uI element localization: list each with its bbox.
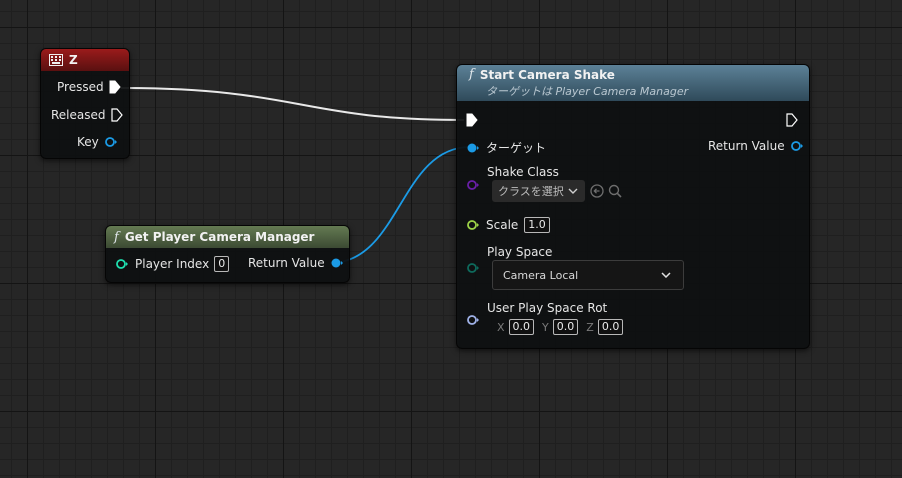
play-space-dropdown[interactable]: Camera Local	[492, 260, 684, 290]
shake-class-label: Shake Class	[487, 165, 559, 179]
target-pin[interactable]	[466, 142, 480, 154]
play-space-label-row: Play Space	[487, 245, 552, 259]
pressed-label: Pressed	[57, 80, 104, 94]
camera-shake-subtitle: ターゲットは Player Camera Manager	[486, 85, 689, 98]
function-icon: f	[469, 67, 474, 82]
released-label: Released	[51, 108, 106, 122]
get-pcm-return-row[interactable]: Return Value	[248, 256, 344, 270]
play-space-value: Camera Local	[503, 268, 579, 282]
get-pcm-header[interactable]: f Get Player Camera Manager	[106, 226, 349, 248]
rot-x-input[interactable]: 0.0	[508, 319, 535, 335]
rot-y-input[interactable]: 0.0	[552, 319, 579, 335]
camera-shake-exec-in-pin[interactable]	[466, 113, 478, 127]
player-index-input[interactable]: 0	[214, 256, 230, 272]
camera-shake-header[interactable]: f Start Camera Shake ターゲットは Player Camer…	[457, 65, 809, 101]
object-wire[interactable]	[329, 146, 471, 264]
scale-label: Scale	[486, 218, 519, 232]
shake-class-pin[interactable]	[466, 179, 480, 191]
released-pin-row[interactable]: Released	[51, 108, 123, 122]
player-index-pin[interactable]	[115, 258, 129, 270]
chevron-down-icon	[661, 272, 671, 278]
user-play-space-rot-pin[interactable]	[466, 314, 480, 326]
rot-z-input[interactable]: 0.0	[597, 319, 624, 335]
play-space-pin[interactable]	[466, 262, 480, 274]
scale-row[interactable]: Scale 1.0	[466, 217, 550, 233]
use-selected-asset-icon[interactable]	[590, 184, 604, 198]
camera-shake-return-row[interactable]: Return Value	[708, 139, 804, 153]
rot-label-row: User Play Space Rot	[487, 301, 607, 315]
key-event-title: Z	[69, 53, 78, 67]
camera-shake-exec-out-pin[interactable]	[786, 113, 798, 127]
get-pcm-return-pin[interactable]	[330, 257, 344, 269]
scale-pin[interactable]	[466, 219, 480, 231]
rot-y-axis-label: Y	[542, 320, 549, 334]
get-player-camera-manager-node[interactable]: f Get Player Camera Manager	[105, 225, 350, 283]
key-pin-row[interactable]: Key	[77, 135, 118, 149]
camera-shake-return-pin[interactable]	[790, 140, 804, 152]
target-label: ターゲット	[486, 141, 547, 155]
pressed-exec-pin[interactable]	[109, 80, 121, 94]
rot-x-axis-label: X	[497, 320, 505, 334]
user-play-space-rot-label: User Play Space Rot	[487, 301, 608, 315]
exec-wire[interactable]	[120, 87, 465, 121]
player-index-label: Player Index	[135, 257, 210, 271]
keyboard-icon	[49, 54, 63, 66]
shake-class-label-row: Shake Class	[487, 165, 559, 179]
get-pcm-title: Get Player Camera Manager	[124, 230, 315, 244]
function-icon: f	[114, 229, 119, 245]
pressed-pin-row[interactable]: Pressed	[57, 80, 121, 94]
key-label: Key	[77, 135, 99, 149]
key-event-header[interactable]: Z	[41, 49, 129, 71]
target-pin-row[interactable]: ターゲット	[466, 139, 546, 156]
browse-asset-search-icon[interactable]	[608, 184, 622, 198]
player-index-row[interactable]: Player Index 0	[115, 256, 230, 272]
released-exec-pin[interactable]	[110, 108, 123, 122]
camera-shake-title: Start Camera Shake	[479, 67, 615, 82]
key-struct-pin[interactable]	[104, 136, 118, 148]
shake-class-dropdown[interactable]: クラスを選択	[492, 180, 585, 202]
shake-class-value: クラスを選択	[498, 185, 564, 198]
get-pcm-return-label: Return Value	[248, 256, 325, 270]
rot-fields-row: X 0.0 Y 0.0 Z 0.0	[497, 319, 624, 335]
play-space-label: Play Space	[487, 245, 553, 259]
rot-z-axis-label: Z	[586, 320, 594, 334]
camera-shake-return-label: Return Value	[708, 139, 785, 153]
chevron-down-icon	[568, 188, 578, 194]
scale-input[interactable]: 1.0	[524, 217, 550, 233]
